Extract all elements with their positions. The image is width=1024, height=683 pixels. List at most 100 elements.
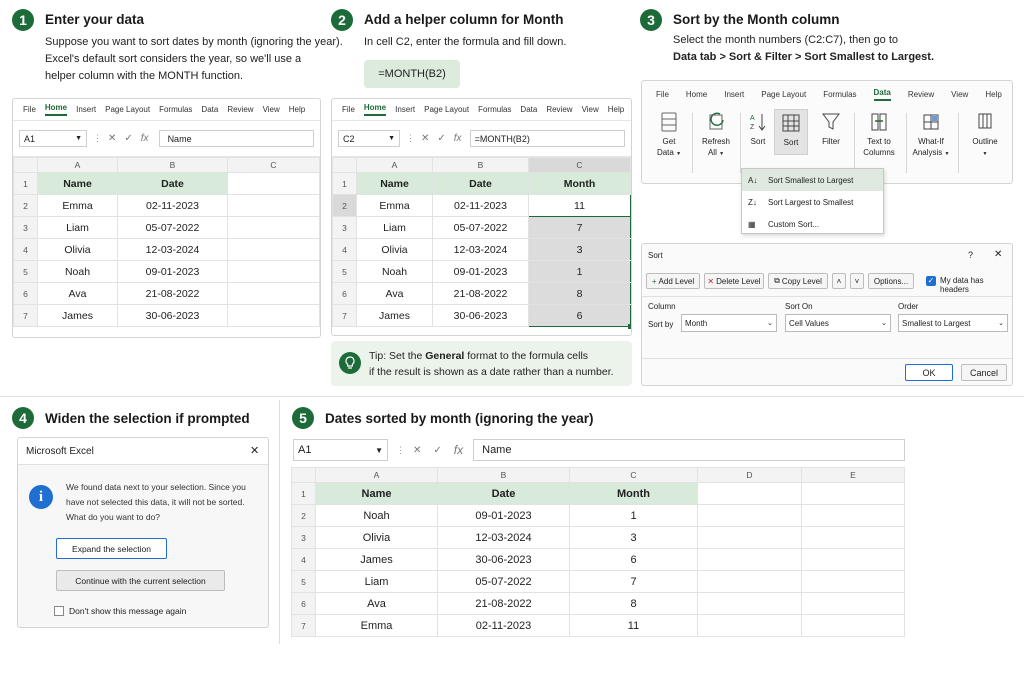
sort-column-select[interactable]: Month ⌄ (681, 314, 777, 332)
cell[interactable]: Emma (37, 194, 118, 217)
cell[interactable] (697, 592, 802, 615)
column-header[interactable]: B (437, 467, 570, 483)
cell[interactable]: 3 (569, 526, 698, 549)
tab-view[interactable]: View (582, 105, 599, 114)
cell[interactable] (697, 614, 802, 637)
active-cell[interactable]: 11 (528, 194, 631, 217)
tab-file[interactable]: File (656, 90, 669, 99)
fx-icon[interactable]: fx (141, 133, 149, 144)
continue-current-selection-button[interactable]: Continue with the current selection (56, 570, 225, 591)
tab-page-layout[interactable]: Page Layout (761, 90, 806, 99)
cell[interactable]: 30-06-2023 (117, 304, 228, 327)
row-header[interactable]: 1 (13, 172, 38, 195)
cell[interactable] (227, 172, 320, 195)
cell[interactable]: 02-11-2023 (432, 194, 529, 217)
tab-help[interactable]: Help (985, 90, 1001, 99)
cell[interactable]: Olivia (37, 238, 118, 261)
cell[interactable]: 6 (569, 548, 698, 571)
cell[interactable]: 05-07-2022 (432, 216, 529, 239)
tab-page-layout[interactable]: Page Layout (424, 105, 469, 114)
menu-item-sort-largest[interactable]: Z↓ Sort Largest to Smallest (742, 191, 883, 213)
cell[interactable] (227, 282, 320, 305)
tab-file[interactable]: File (342, 105, 355, 114)
cell[interactable]: Date (432, 172, 529, 195)
tab-insert[interactable]: Insert (395, 105, 415, 114)
cell[interactable] (697, 570, 802, 593)
row-header[interactable]: 3 (332, 216, 357, 239)
cell[interactable]: 09-01-2023 (437, 504, 570, 527)
column-header[interactable]: C (569, 467, 698, 483)
row-header[interactable]: 2 (13, 194, 38, 217)
name-box[interactable]: C2 ▼ (338, 130, 400, 147)
fill-handle[interactable] (628, 324, 631, 329)
outline-button[interactable]: Outline ▼ (964, 111, 1006, 160)
cell[interactable]: Date (117, 172, 228, 195)
menu-item-custom-sort[interactable]: ▦ Custom Sort... (742, 213, 883, 235)
cell[interactable]: Olivia (356, 238, 433, 261)
options-button[interactable]: Options... (868, 273, 914, 289)
cell[interactable]: 1 (569, 504, 698, 527)
row-header[interactable]: 5 (291, 570, 316, 593)
row-header[interactable]: 4 (291, 548, 316, 571)
cell[interactable] (801, 482, 905, 505)
row-header[interactable]: 5 (13, 260, 38, 283)
cell[interactable] (227, 304, 320, 327)
tab-page-layout[interactable]: Page Layout (105, 105, 150, 114)
row-header[interactable]: 6 (13, 282, 38, 305)
cell[interactable]: Emma (356, 194, 433, 217)
cell[interactable]: Ava (356, 282, 433, 305)
cell[interactable] (227, 260, 320, 283)
column-header[interactable]: A (37, 157, 118, 173)
cell[interactable]: Emma (315, 614, 438, 637)
move-up-button[interactable]: ˄ (832, 273, 846, 289)
filter-button[interactable]: Filter (814, 111, 848, 147)
corner-cell[interactable] (291, 467, 316, 483)
has-headers-checkbox[interactable]: ✓ (926, 276, 936, 286)
row-header[interactable]: 7 (13, 304, 38, 327)
delete-level-button[interactable]: ✕ Delete Level (704, 273, 764, 289)
cell[interactable] (227, 216, 320, 239)
cell[interactable]: 30-06-2023 (432, 304, 529, 327)
cell[interactable] (697, 548, 802, 571)
cell[interactable]: James (356, 304, 433, 327)
cell[interactable]: Month (569, 482, 698, 505)
add-level-button[interactable]: + Add Level (646, 273, 700, 289)
row-header[interactable]: 1 (291, 482, 316, 505)
row-header[interactable]: 2 (332, 194, 357, 217)
row-header[interactable]: 7 (332, 304, 357, 327)
selected-cell[interactable]: 3 (528, 238, 631, 261)
row-header[interactable]: 7 (291, 614, 316, 637)
menu-item-sort-smallest[interactable]: A↓ Sort Smallest to Largest (742, 169, 883, 191)
tab-help[interactable]: Help (608, 105, 624, 114)
row-header[interactable]: 3 (291, 526, 316, 549)
cell[interactable] (801, 548, 905, 571)
column-header[interactable]: E (801, 467, 905, 483)
cell[interactable]: 12-03-2024 (117, 238, 228, 261)
cell[interactable] (697, 482, 802, 505)
formula-input[interactable]: Name (158, 130, 314, 147)
cell[interactable]: 12-03-2024 (437, 526, 570, 549)
cell[interactable] (227, 238, 320, 261)
close-icon[interactable]: ✕ (994, 249, 1002, 260)
cell[interactable]: 02-11-2023 (117, 194, 228, 217)
row-header[interactable]: 2 (291, 504, 316, 527)
column-header[interactable]: C (227, 157, 320, 173)
column-header[interactable]: B (432, 157, 529, 173)
cell[interactable]: 7 (569, 570, 698, 593)
tab-review[interactable]: Review (546, 105, 572, 114)
cell[interactable]: 8 (569, 592, 698, 615)
tab-home[interactable]: Home (363, 103, 387, 116)
cell[interactable]: Date (437, 482, 570, 505)
help-button[interactable]: ? (968, 250, 973, 260)
cell[interactable]: Liam (37, 216, 118, 239)
tab-home[interactable]: Home (44, 103, 68, 116)
cell[interactable]: Month (528, 172, 631, 195)
sort-button[interactable]: Sort (774, 109, 808, 155)
cell[interactable]: 21-08-2022 (437, 592, 570, 615)
selected-cell[interactable]: 6 (528, 304, 631, 329)
cancel-button[interactable]: Cancel (961, 364, 1007, 381)
cell[interactable] (801, 570, 905, 593)
cell[interactable]: Noah (37, 260, 118, 283)
cell[interactable]: 09-01-2023 (432, 260, 529, 283)
tab-view[interactable]: View (263, 105, 280, 114)
